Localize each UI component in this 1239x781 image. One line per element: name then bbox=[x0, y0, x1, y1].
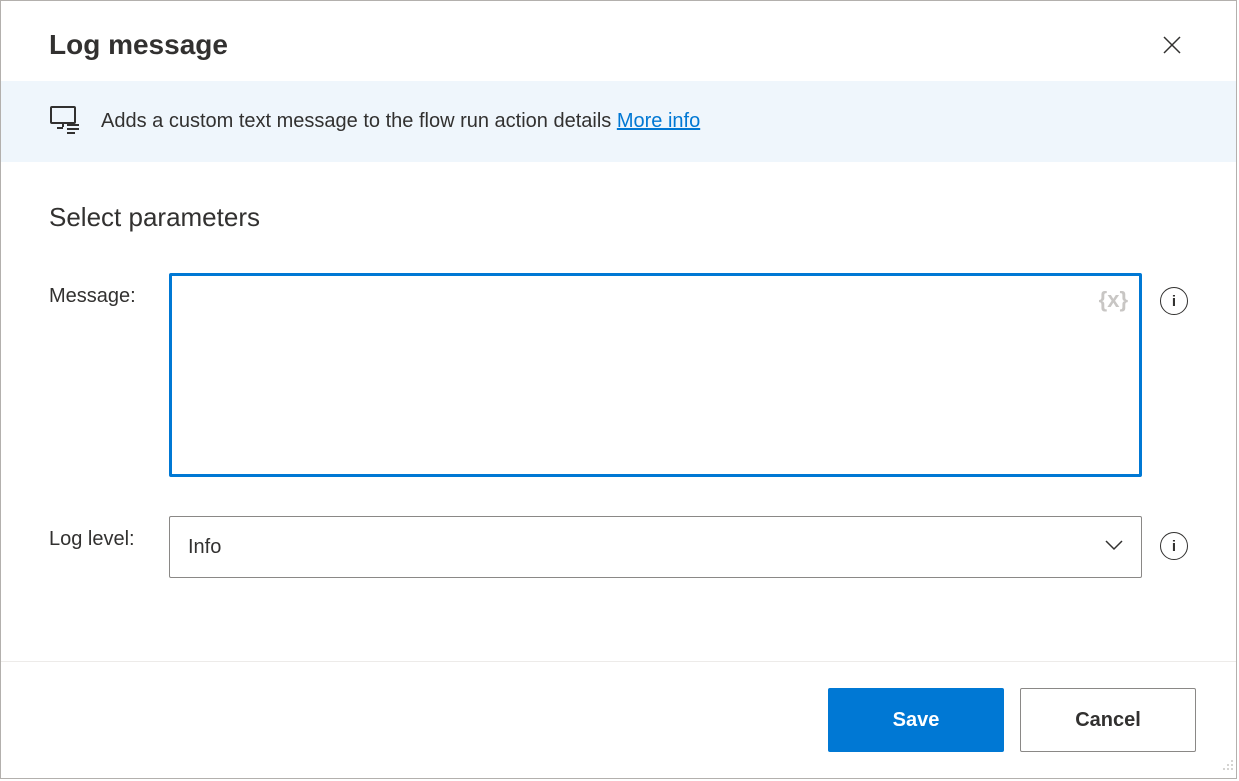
banner-description: Adds a custom text message to the flow r… bbox=[101, 110, 617, 132]
log-level-select-wrapper: Info bbox=[169, 516, 1142, 578]
dialog-header: Log message bbox=[1, 1, 1236, 81]
message-input[interactable] bbox=[169, 273, 1142, 477]
dialog-content: Select parameters Message: {x} i Log lev… bbox=[1, 162, 1236, 661]
save-button[interactable]: Save bbox=[828, 688, 1004, 752]
message-control: {x} i bbox=[169, 273, 1188, 482]
variable-picker-icon[interactable]: {x} bbox=[1099, 287, 1128, 313]
dialog-footer: Save Cancel bbox=[1, 661, 1236, 778]
banner-text: Adds a custom text message to the flow r… bbox=[101, 110, 700, 133]
close-button[interactable] bbox=[1156, 29, 1188, 61]
message-info-icon[interactable]: i bbox=[1160, 287, 1188, 315]
param-row-log-level: Log level: Info i bbox=[49, 516, 1188, 578]
log-message-dialog: Log message Adds a custom text message t… bbox=[0, 0, 1237, 779]
section-heading: Select parameters bbox=[49, 202, 1188, 233]
log-level-label: Log level: bbox=[49, 516, 169, 551]
param-row-message: Message: {x} i bbox=[49, 273, 1188, 482]
log-level-info-icon[interactable]: i bbox=[1160, 532, 1188, 560]
more-info-link[interactable]: More info bbox=[617, 110, 700, 132]
resize-grip-icon[interactable] bbox=[1220, 757, 1234, 776]
message-label: Message: bbox=[49, 273, 169, 308]
close-icon bbox=[1162, 35, 1182, 55]
message-input-wrapper: {x} bbox=[169, 273, 1142, 482]
log-level-select[interactable]: Info bbox=[169, 516, 1142, 578]
log-action-icon bbox=[49, 103, 81, 140]
log-level-control: Info i bbox=[169, 516, 1188, 578]
info-banner: Adds a custom text message to the flow r… bbox=[1, 81, 1236, 162]
cancel-button[interactable]: Cancel bbox=[1020, 688, 1196, 752]
dialog-title: Log message bbox=[49, 29, 228, 61]
